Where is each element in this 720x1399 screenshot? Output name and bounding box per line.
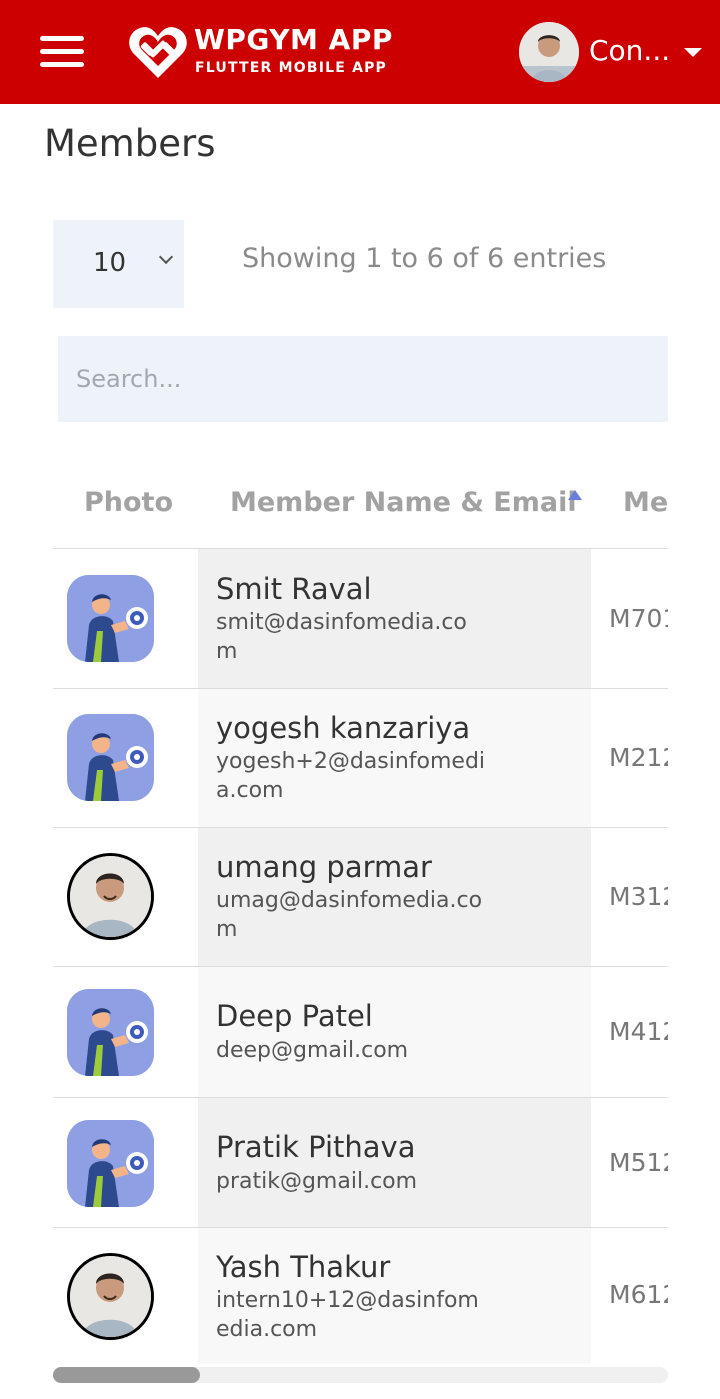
gym-avatar-icon [67, 1120, 154, 1207]
members-table: Photo Member Name & Email Mer Smit Raval… [53, 460, 668, 1364]
page-title: Members [44, 122, 216, 165]
member-photo [67, 1253, 154, 1340]
name-email-cell: Pratik Pithava pratik@gmail.com [198, 1098, 591, 1227]
table-row[interactable]: Smit Raval smit@dasinfomedia.com M701 [53, 548, 668, 688]
table-row[interactable]: Pratik Pithava pratik@gmail.com M512 [53, 1097, 668, 1227]
user-name[interactable]: Con... [589, 34, 670, 67]
member-id: M512 [609, 1148, 668, 1177]
column-header-name-email[interactable]: Member Name & Email [230, 487, 577, 518]
app-title: WPGYM APP [194, 23, 393, 56]
member-name[interactable]: Pratik Pithava [216, 1130, 415, 1164]
horizontal-scrollbar[interactable] [53, 1367, 668, 1383]
member-email: intern10+12@dasinfom edia.com [216, 1288, 479, 1342]
member-name[interactable]: umang parmar [216, 850, 432, 884]
heart-dumbbell-logo-icon [129, 27, 187, 78]
member-email: umag@dasinfomedia.co m [216, 888, 483, 942]
sort-ascending-icon[interactable] [568, 490, 582, 500]
user-avatar[interactable] [519, 22, 579, 82]
member-email: pratik@gmail.com [216, 1169, 418, 1194]
top-app-bar: WPGYM APP FLUTTER MOBILE APP Con... [0, 0, 720, 104]
page-length-value: 10 [93, 248, 127, 278]
column-header-member-id[interactable]: Mer [623, 487, 668, 518]
member-name[interactable]: Smit Raval [216, 572, 372, 606]
table-row[interactable]: Deep Patel deep@gmail.com M412 [53, 966, 668, 1097]
table-row[interactable]: Yash Thakur intern10+12@dasinfom edia.com… [53, 1227, 668, 1364]
table-row[interactable]: yogesh kanzariya yogesh+2@dasinfomedi a.c… [53, 688, 668, 827]
member-id: M612 [609, 1280, 668, 1309]
chevron-down-icon [158, 249, 174, 265]
member-email: smit@dasinfomedia.co m [216, 610, 467, 664]
member-photo [67, 853, 154, 940]
app-subtitle: FLUTTER MOBILE APP [195, 60, 388, 76]
member-email: deep@gmail.com [216, 1038, 409, 1063]
member-name[interactable]: Yash Thakur [216, 1250, 390, 1284]
caret-down-icon[interactable] [684, 48, 702, 57]
page-length-select[interactable]: 10 [53, 220, 184, 308]
scrollbar-thumb[interactable] [53, 1367, 200, 1383]
member-id: M701 [609, 604, 668, 633]
name-email-cell: yogesh kanzariya yogesh+2@dasinfomedi a.c… [198, 689, 591, 827]
name-email-cell: Deep Patel deep@gmail.com [198, 967, 591, 1097]
name-email-cell: umang parmar umag@dasinfomedia.co m [198, 828, 591, 966]
gym-avatar-icon [67, 714, 154, 801]
entries-info: Showing 1 to 6 of 6 entries [242, 243, 607, 274]
member-id: M312 [609, 882, 668, 911]
hamburger-menu-icon[interactable] [40, 34, 84, 70]
gym-avatar-icon [67, 989, 154, 1076]
member-name[interactable]: Deep Patel [216, 999, 373, 1033]
name-email-cell: Smit Raval smit@dasinfomedia.co m [198, 549, 591, 688]
member-email: yogesh+2@dasinfomedi a.com [216, 749, 486, 803]
member-name[interactable]: yogesh kanzariya [216, 711, 470, 745]
column-header-photo[interactable]: Photo [84, 487, 173, 518]
search-input[interactable] [58, 336, 668, 422]
member-id: M212 [609, 743, 668, 772]
member-id: M412 [609, 1017, 668, 1046]
gym-avatar-icon [67, 575, 154, 662]
table-row[interactable]: umang parmar umag@dasinfomedia.com M312 [53, 827, 668, 966]
name-email-cell: Yash Thakur intern10+12@dasinfom edia.com [198, 1228, 591, 1364]
